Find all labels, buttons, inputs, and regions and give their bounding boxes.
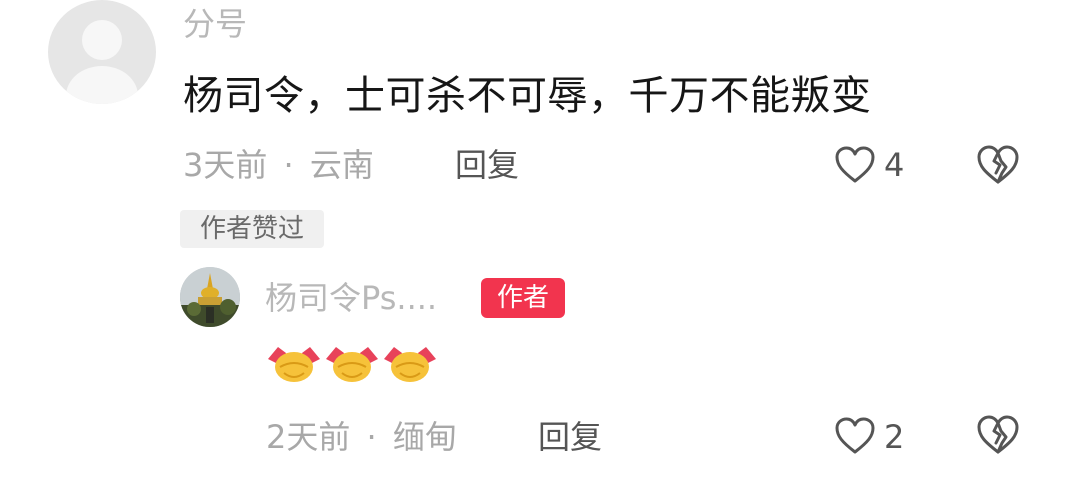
reply-location: 缅甸 bbox=[392, 418, 457, 456]
meta-separator: · bbox=[283, 146, 294, 184]
broken-heart-icon bbox=[977, 145, 1019, 184]
handshake-icon bbox=[268, 347, 320, 382]
reply-like-count: 2 bbox=[884, 418, 905, 456]
comment-username[interactable]: 分号 bbox=[183, 4, 247, 44]
avatar-head-placeholder bbox=[82, 20, 122, 60]
heart-icon bbox=[835, 146, 875, 183]
heart-icon bbox=[835, 417, 875, 454]
comment-time: 3天前 bbox=[183, 146, 268, 184]
handshake-icon bbox=[384, 347, 436, 382]
comment-like-count: 4 bbox=[884, 146, 905, 184]
author-liked-tag: 作者赞过 bbox=[180, 210, 324, 248]
reply-like-button[interactable] bbox=[834, 416, 876, 460]
broken-heart-icon bbox=[977, 415, 1019, 454]
pagoda-avatar-image bbox=[180, 267, 240, 327]
avatar-body-placeholder bbox=[66, 66, 138, 104]
comment-reply-button[interactable]: 回复 bbox=[455, 144, 519, 186]
comment-like-button[interactable] bbox=[834, 145, 876, 189]
comment-meta: 3天前 · 云南 bbox=[183, 144, 374, 186]
handshake-icon bbox=[326, 347, 378, 382]
reply-dislike-button[interactable] bbox=[976, 414, 1020, 456]
comment-text: 杨司令，士可杀不可辱，千万不能叛变 bbox=[183, 73, 872, 119]
reply-username[interactable]: 杨司令Ps.... bbox=[265, 277, 437, 319]
reply-meta: 2天前 · 缅甸 bbox=[266, 416, 457, 458]
author-badge: 作者 bbox=[481, 278, 565, 318]
reply-time: 2天前 bbox=[266, 418, 351, 456]
reply-reply-button[interactable]: 回复 bbox=[538, 416, 602, 458]
meta-separator: · bbox=[366, 418, 377, 456]
comment-location: 云南 bbox=[309, 146, 374, 184]
commenter-avatar[interactable] bbox=[48, 0, 156, 104]
author-avatar[interactable] bbox=[180, 267, 240, 327]
handshake-emojis bbox=[268, 347, 436, 382]
reply-emoji-row bbox=[266, 337, 446, 393]
comment-dislike-button[interactable] bbox=[976, 144, 1020, 186]
